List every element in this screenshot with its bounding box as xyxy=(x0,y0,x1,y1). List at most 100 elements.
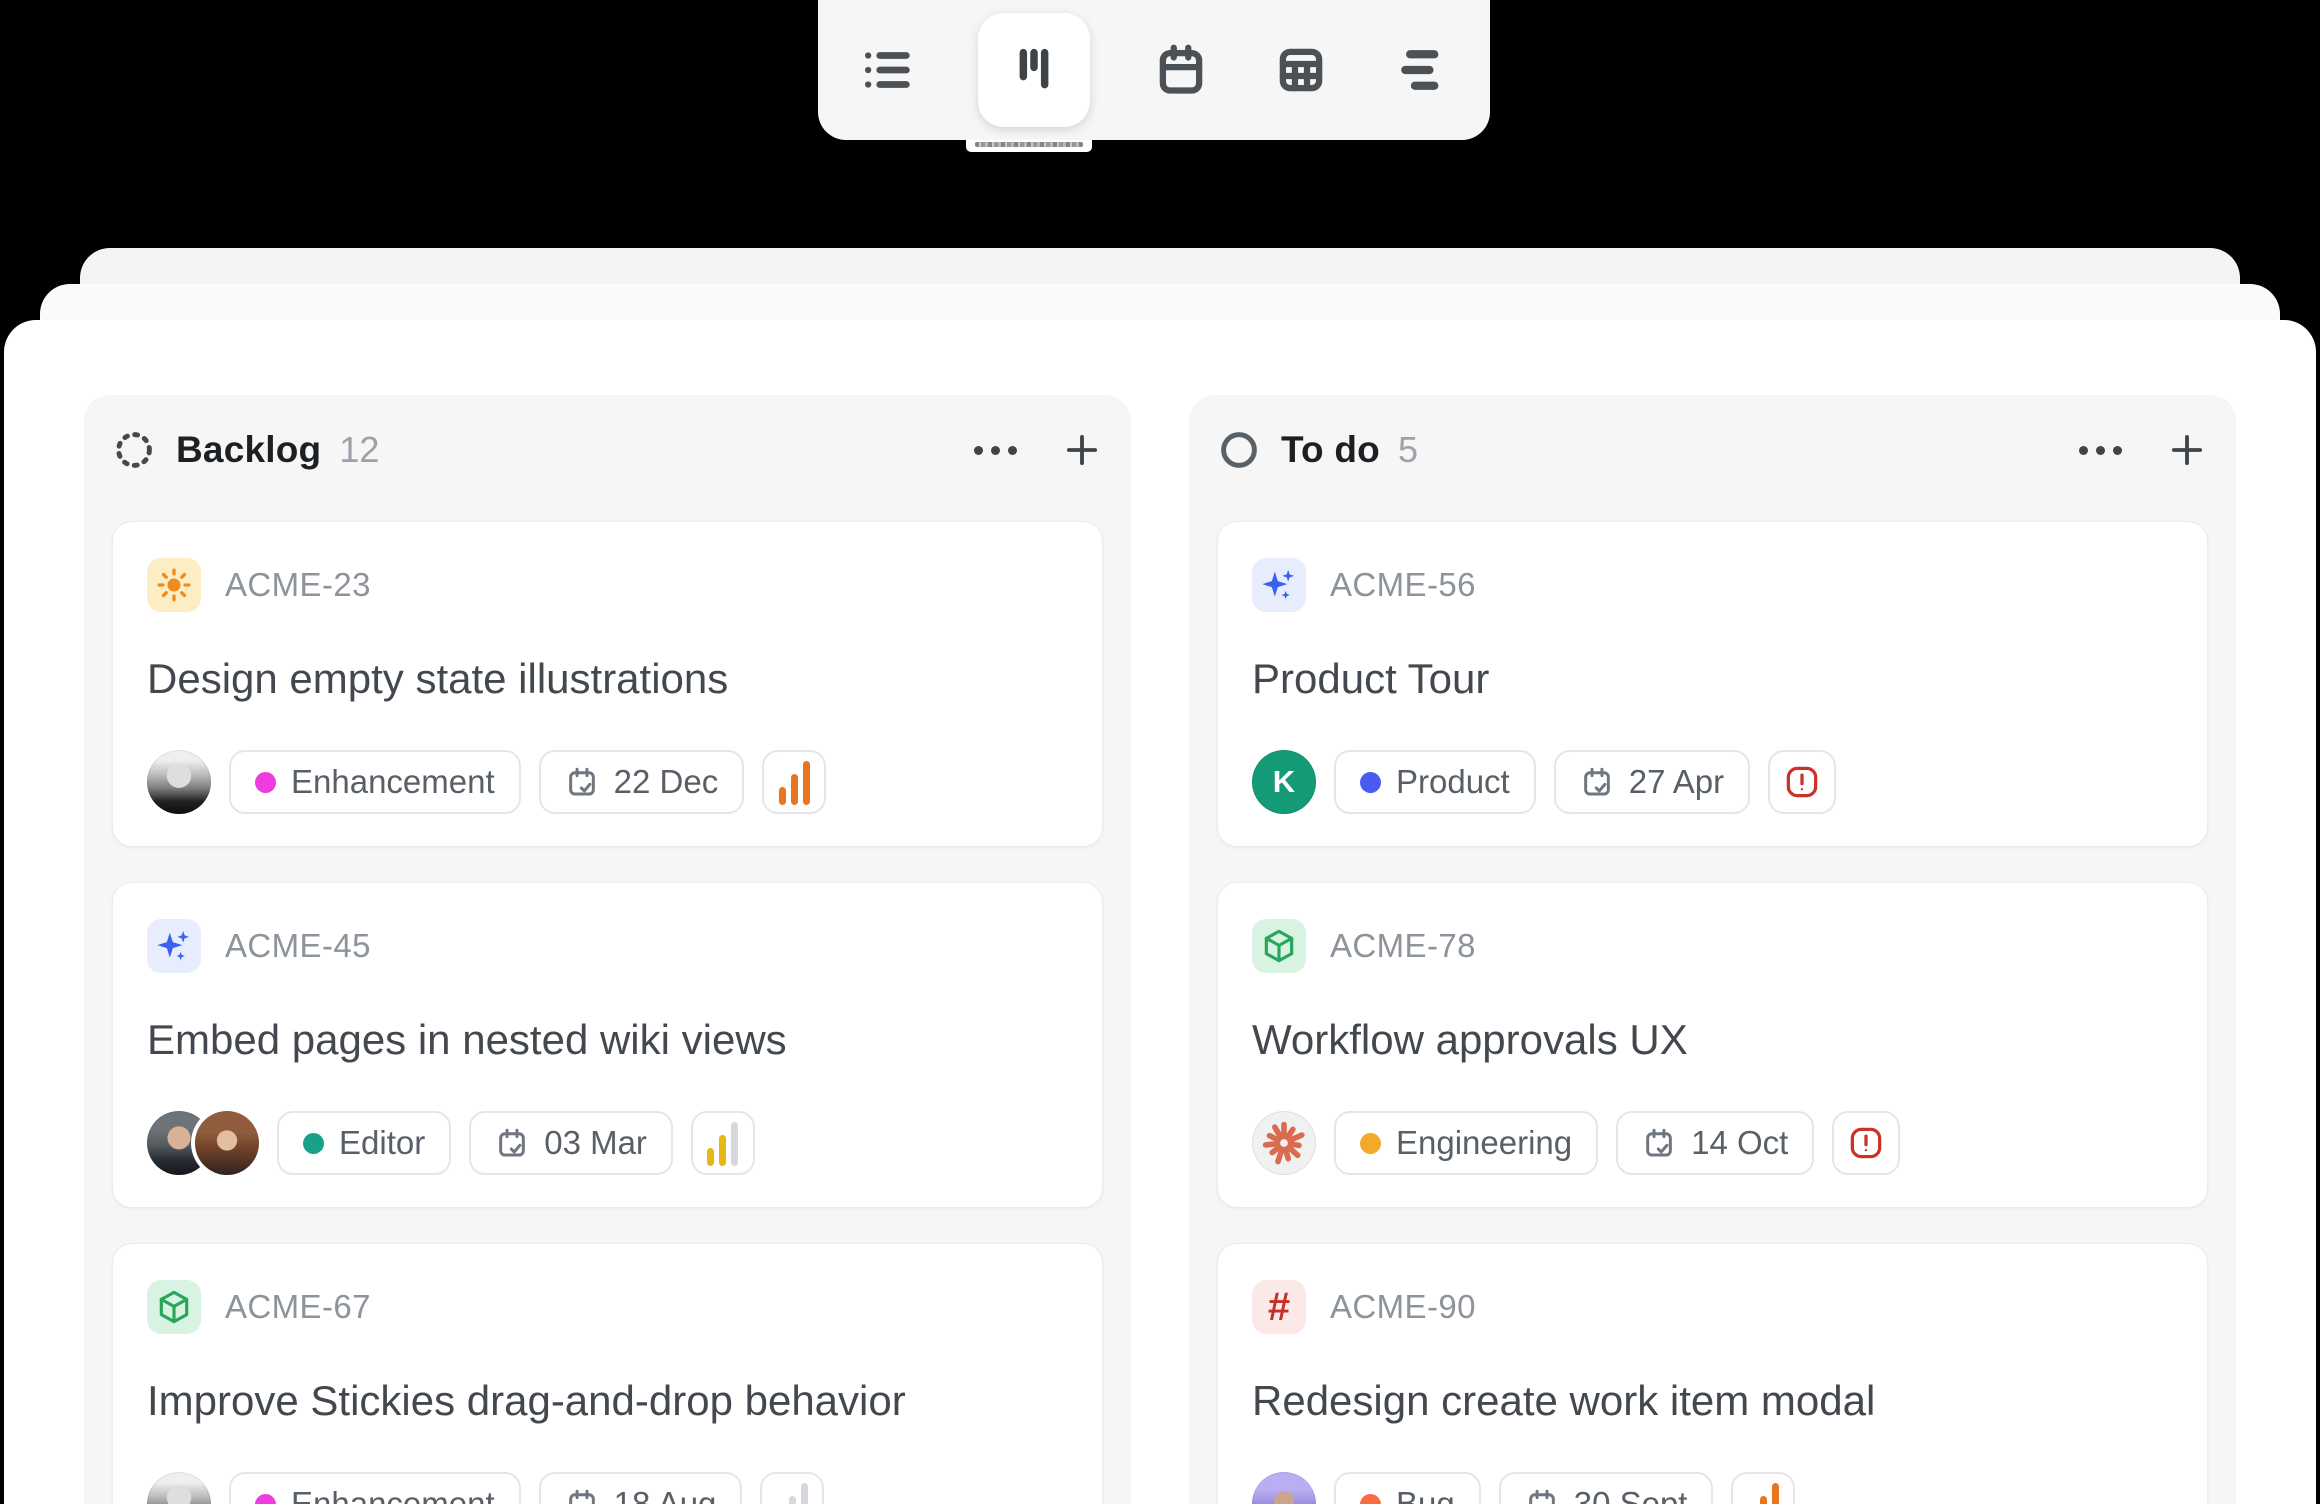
label-chip[interactable]: Bug xyxy=(1334,1472,1481,1504)
label-dot xyxy=(255,1494,276,1504)
more-dots-icon xyxy=(974,446,1017,455)
backlog-status-icon xyxy=(112,428,156,472)
priority-chip[interactable] xyxy=(762,750,826,814)
column-add-button[interactable] xyxy=(1061,428,1103,472)
plus-icon xyxy=(1061,429,1103,471)
due-date-text: 22 Dec xyxy=(614,763,719,801)
card-acme-45[interactable]: ACME-45 Embed pages in nested wiki views… xyxy=(112,882,1103,1208)
card-header: ACME-90 xyxy=(1252,1280,2173,1334)
card-title: Product Tour xyxy=(1252,654,2173,704)
priority-bars-icon xyxy=(707,1120,738,1166)
priority-bars-icon xyxy=(1748,1481,1779,1504)
label-text: Product xyxy=(1396,763,1510,801)
urgent-priority-chip[interactable] xyxy=(1768,750,1836,814)
priority-chip[interactable] xyxy=(1731,1472,1795,1504)
card-id: ACME-56 xyxy=(1330,566,1476,604)
priority-chip[interactable] xyxy=(691,1111,755,1175)
label-text: Bug xyxy=(1396,1485,1455,1504)
card-acme-90[interactable]: ACME-90 Redesign create work item modal … xyxy=(1217,1243,2208,1504)
assignee-avatar[interactable]: K xyxy=(1252,750,1316,814)
label-chip[interactable]: Enhancement xyxy=(229,750,521,814)
card-acme-78[interactable]: ACME-78 Workflow approvals UX xyxy=(1217,882,2208,1208)
card-header: ACME-23 xyxy=(147,558,1068,612)
cube-icon xyxy=(147,1280,201,1334)
assignee-avatar[interactable] xyxy=(1252,1472,1316,1504)
assignee-avatar[interactable] xyxy=(147,1472,211,1504)
due-date-text: 18 Aug xyxy=(614,1485,717,1504)
column-count: 12 xyxy=(339,429,379,471)
card-acme-56[interactable]: ACME-56 Product Tour K Product 27 Apr xyxy=(1217,521,2208,847)
label-chip[interactable]: Engineering xyxy=(1334,1111,1598,1175)
column-title: Backlog xyxy=(176,429,321,471)
column-header: To do 5 xyxy=(1217,423,2208,477)
assignee-avatar[interactable] xyxy=(147,750,211,814)
column-backlog: Backlog 12 xyxy=(84,395,1131,1504)
due-date-chip[interactable]: 14 Oct xyxy=(1616,1111,1814,1175)
calendar-check-icon xyxy=(565,1487,599,1504)
due-date-text: 30 Sept xyxy=(1574,1485,1688,1504)
assignee-avatar[interactable] xyxy=(195,1111,259,1175)
card-footer: Editor 03 Mar xyxy=(147,1111,1068,1175)
label-dot xyxy=(1360,1133,1381,1154)
card-acme-23[interactable]: ACME-23 Design empty state illustrations… xyxy=(112,521,1103,847)
view-switcher xyxy=(818,0,1490,140)
due-date-chip[interactable]: 18 Aug xyxy=(539,1472,743,1504)
starburst-logo-icon xyxy=(1258,1117,1310,1169)
card-header: ACME-78 xyxy=(1252,919,2173,973)
label-dot xyxy=(303,1133,324,1154)
plus-icon xyxy=(2166,429,2208,471)
card-footer: Enhancement 18 Aug xyxy=(147,1472,1068,1504)
label-chip[interactable]: Product xyxy=(1334,750,1536,814)
label-chip[interactable]: Enhancement xyxy=(229,1472,521,1504)
sun-icon xyxy=(147,558,201,612)
view-timeline-button[interactable] xyxy=(1392,41,1450,99)
view-calendar-button[interactable] xyxy=(1152,41,1210,99)
card-acme-67[interactable]: ACME-67 Improve Stickies drag-and-drop b… xyxy=(112,1243,1103,1504)
card-header: ACME-67 xyxy=(147,1280,1068,1334)
priority-chip[interactable] xyxy=(760,1472,824,1504)
kanban-board-icon xyxy=(1002,38,1066,102)
todo-status-icon xyxy=(1217,428,1261,472)
card-id: ACME-23 xyxy=(225,566,371,604)
calendar-check-icon xyxy=(565,765,599,799)
calendar-check-icon xyxy=(495,1126,529,1160)
label-chip[interactable]: Editor xyxy=(277,1111,451,1175)
column-count: 5 xyxy=(1398,429,1418,471)
due-date-chip[interactable]: 30 Sept xyxy=(1499,1472,1714,1504)
card-id: ACME-67 xyxy=(225,1288,371,1326)
label-text: Editor xyxy=(339,1124,425,1162)
more-dots-icon xyxy=(2079,446,2122,455)
due-date-text: 27 Apr xyxy=(1629,763,1724,801)
label-dot xyxy=(255,772,276,793)
card-id: ACME-45 xyxy=(225,927,371,965)
calendar-check-icon xyxy=(1580,765,1614,799)
card-title: Embed pages in nested wiki views xyxy=(147,1015,1068,1065)
column-more-button[interactable] xyxy=(2079,428,2122,472)
column-header: Backlog 12 xyxy=(112,423,1103,477)
card-title: Improve Stickies drag-and-drop behavior xyxy=(147,1376,1068,1426)
table-icon xyxy=(1272,41,1330,99)
list-icon xyxy=(858,41,916,99)
urgent-priority-chip[interactable] xyxy=(1832,1111,1900,1175)
label-dot xyxy=(1360,772,1381,793)
column-add-button[interactable] xyxy=(2166,428,2208,472)
label-text: Enhancement xyxy=(291,763,495,801)
calendar-icon xyxy=(1152,41,1210,99)
view-board-button[interactable] xyxy=(978,13,1090,127)
due-date-text: 03 Mar xyxy=(544,1124,647,1162)
column-more-button[interactable] xyxy=(974,428,1017,472)
due-date-chip[interactable]: 27 Apr xyxy=(1554,750,1750,814)
column-title: To do xyxy=(1281,429,1380,471)
card-footer: Enhancement 22 Dec xyxy=(147,750,1068,814)
card-id: ACME-78 xyxy=(1330,927,1476,965)
assignee-avatar-starburst[interactable] xyxy=(1252,1111,1316,1175)
assignee-avatar-group[interactable] xyxy=(147,1111,259,1175)
label-text: Enhancement xyxy=(291,1485,495,1504)
card-id: ACME-90 xyxy=(1330,1288,1476,1326)
cube-icon xyxy=(1252,919,1306,973)
view-list-button[interactable] xyxy=(858,41,916,99)
view-table-button[interactable] xyxy=(1272,41,1330,99)
card-header: ACME-56 xyxy=(1252,558,2173,612)
due-date-chip[interactable]: 22 Dec xyxy=(539,750,745,814)
due-date-chip[interactable]: 03 Mar xyxy=(469,1111,673,1175)
